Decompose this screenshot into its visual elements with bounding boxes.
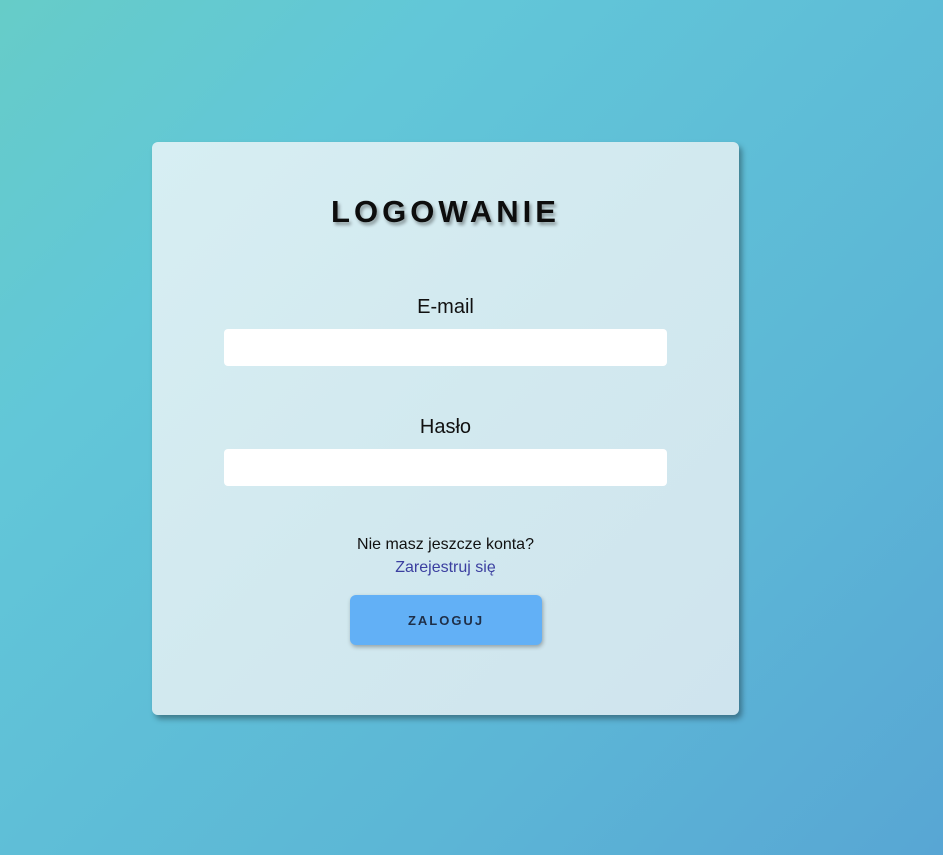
password-field[interactable] — [224, 449, 667, 486]
login-button[interactable]: ZALOGUJ — [350, 595, 542, 645]
page-title: LOGOWANIE — [331, 194, 560, 229]
no-account-text: Nie masz jeszcze konta? — [357, 536, 534, 553]
email-field[interactable] — [224, 329, 667, 366]
register-link[interactable]: Zarejestruj się — [152, 559, 739, 577]
password-label: Hasło — [419, 416, 472, 438]
email-label: E-mail — [417, 296, 474, 318]
login-card: LOGOWANIE E-mail Hasło Nie masz jeszcze … — [152, 142, 739, 715]
